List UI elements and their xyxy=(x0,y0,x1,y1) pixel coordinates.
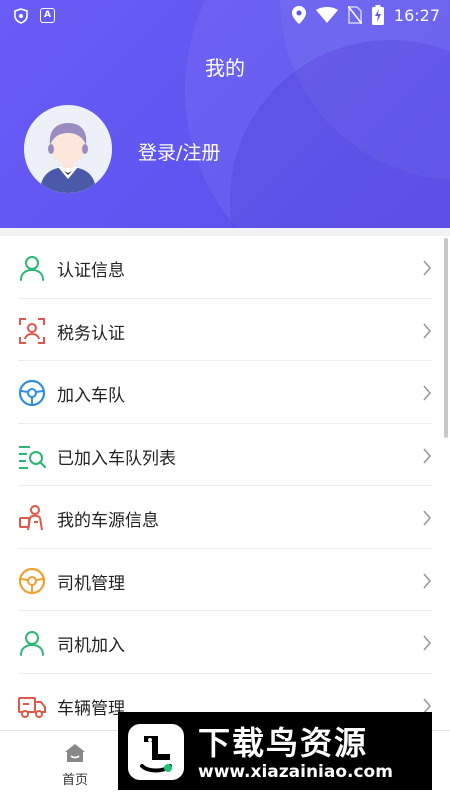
menu-item-label: 我的车源信息 xyxy=(57,511,159,531)
chevron-right-icon xyxy=(423,447,432,464)
shield-icon xyxy=(14,8,28,24)
menu-item-label: 司机管理 xyxy=(57,573,125,594)
courier-icon xyxy=(19,505,43,531)
home-icon xyxy=(65,744,85,762)
tab-home-label: 首页 xyxy=(61,773,88,788)
menu-item-label: 加入车队 xyxy=(57,386,125,406)
tab-home[interactable]: 首页 xyxy=(50,743,100,788)
menu-item-driver-join[interactable]: 司机加入 xyxy=(0,611,450,674)
menu-item-label: 已加入车队列表 xyxy=(57,448,176,469)
avatar[interactable] xyxy=(24,105,112,193)
page-title: 我的 xyxy=(205,56,245,80)
default-avatar-icon xyxy=(24,105,112,193)
no-sim-icon xyxy=(347,6,362,24)
menu-list: 认证信息 税务认证 加入车队 已加入车队列表 我的车源信息 司机管理 司机加入 … xyxy=(0,236,450,730)
chevron-right-icon xyxy=(423,260,432,276)
watermark-url: www.xiazainiao.com xyxy=(198,762,393,782)
menu-item-label: 税务认证 xyxy=(57,323,125,344)
menu-item-my-vehicle-source[interactable]: 我的车源信息 xyxy=(0,486,450,549)
chevron-right-icon xyxy=(423,572,432,589)
person-icon xyxy=(20,631,44,656)
chevron-right-icon xyxy=(423,322,432,339)
person-icon xyxy=(20,256,44,281)
chevron-right-icon xyxy=(423,385,432,401)
steering-wheel-icon xyxy=(18,379,46,407)
location-icon xyxy=(291,6,306,24)
watermark-text: 下载鸟资源 xyxy=(198,724,369,762)
menu-item-joined-fleet-list[interactable]: 已加入车队列表 xyxy=(0,424,450,486)
scrollbar[interactable] xyxy=(444,238,448,438)
menu-item-driver-management[interactable]: 司机管理 xyxy=(0,549,450,611)
login-register-link[interactable]: 登录/注册 xyxy=(138,138,220,165)
menu-item-label: 司机加入 xyxy=(57,636,125,656)
clock: 16:27 xyxy=(393,5,440,25)
profile-header: A 16:27 我的 登录/注册 xyxy=(0,0,450,228)
face-scan-icon xyxy=(19,317,45,344)
menu-item-certification-info[interactable]: 认证信息 xyxy=(0,236,450,299)
chevron-right-icon xyxy=(423,635,432,651)
a-badge-icon: A xyxy=(40,8,55,23)
chevron-right-icon xyxy=(423,510,432,526)
wifi-icon xyxy=(315,7,338,23)
list-search-icon xyxy=(19,445,46,469)
battery-charging-icon xyxy=(371,5,384,25)
status-bar: A 16:27 xyxy=(0,0,450,32)
menu-item-tax-certification[interactable]: 税务认证 xyxy=(0,299,450,361)
menu-item-label: 认证信息 xyxy=(57,261,125,281)
truck-icon xyxy=(18,696,46,718)
watermark-banner: 下载鸟资源 www.xiazainiao.com xyxy=(118,712,432,790)
menu-item-join-fleet[interactable]: 加入车队 xyxy=(0,361,450,424)
menu-item-label: 车辆管理 xyxy=(57,698,125,719)
bird-logo-icon xyxy=(128,724,184,780)
phone-screen: A 16:27 我的 登录/注册 认证信息 税务认证 加入车队 已加入车队列表 … xyxy=(0,0,450,800)
steering-wheel-icon xyxy=(18,567,46,594)
